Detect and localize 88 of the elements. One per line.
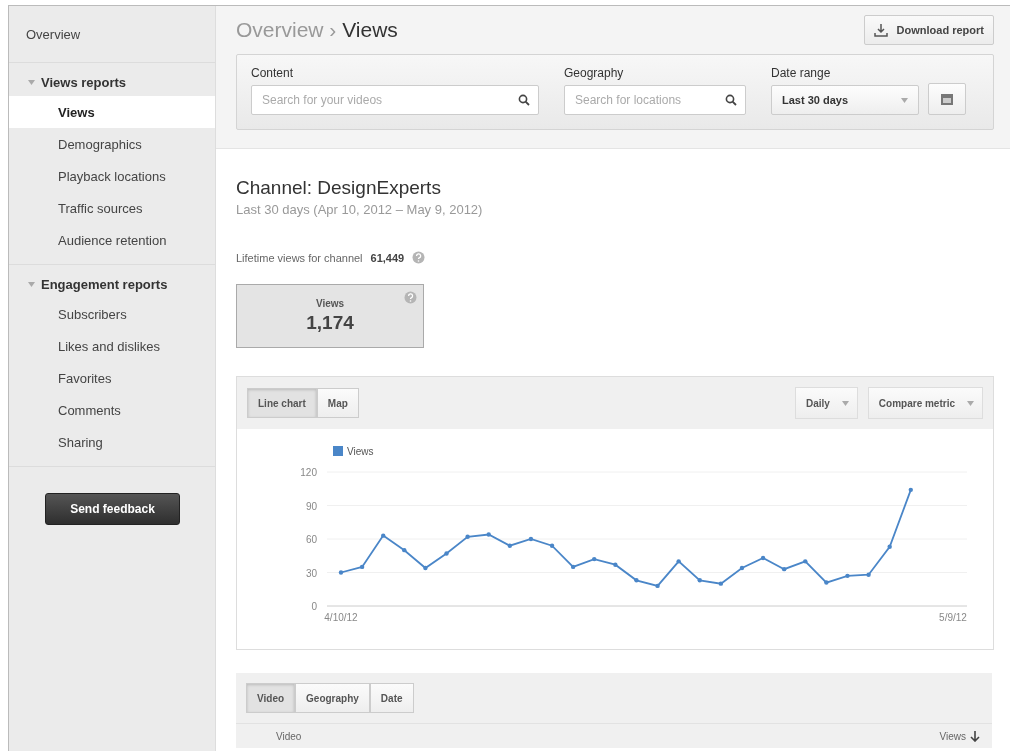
filter-label: Geography — [564, 66, 625, 80]
column-header[interactable]: Views — [939, 730, 966, 742]
sidebar-item[interactable]: Subscribers — [9, 298, 215, 330]
dropdown[interactable]: Compare metric — [867, 387, 983, 419]
content-search-field[interactable]: Search for your videos — [251, 85, 539, 115]
sidebar-item[interactable]: Traffic sources — [9, 192, 215, 224]
data-point — [655, 583, 660, 589]
sidebar-item[interactable]: Audience retention — [9, 224, 215, 256]
date-range-dropdown[interactable]: Last 30 days — [771, 85, 919, 115]
legend-label: Views — [347, 446, 374, 457]
data-point — [423, 565, 428, 571]
data-point — [402, 547, 407, 553]
data-point — [592, 556, 597, 562]
data-point — [359, 564, 365, 570]
data-point — [549, 543, 555, 548]
data-point — [381, 533, 386, 538]
metric-value: 1,174 — [306, 312, 354, 334]
column-header[interactable]: Video — [276, 730, 302, 742]
axis-tick-label: 120 — [300, 467, 317, 478]
view-tab[interactable]: Map — [316, 388, 359, 418]
data-point — [528, 536, 534, 542]
filter-label: Content — [251, 66, 295, 80]
caret-icon[interactable] — [841, 400, 849, 406]
axis-tick-label: 60 — [305, 534, 317, 545]
sidebar-group[interactable]: Engagement reports — [9, 265, 215, 298]
location-search-field[interactable]: Search for locations — [564, 85, 746, 115]
data-point — [824, 580, 829, 585]
axis-tick-label: 90 — [305, 500, 317, 512]
lifetime-label: Lifetime views for channel — [236, 251, 363, 264]
data-point — [613, 562, 618, 567]
dropdown[interactable]: Daily — [794, 387, 858, 419]
sidebar-group[interactable]: Views reports — [9, 63, 215, 96]
data-point — [866, 572, 871, 577]
data-point — [507, 543, 513, 548]
lifetime-value: 61,449 — [370, 251, 405, 264]
sidebar-item[interactable]: Likes and dislikes — [9, 330, 215, 362]
sidebar-item[interactable]: Favorites — [9, 362, 215, 394]
date-period: Last 30 days (Apr 10, 2012 – May 9, 2012) — [236, 202, 484, 217]
table-tab[interactable]: Video — [246, 683, 296, 713]
help-icon[interactable] — [412, 251, 426, 264]
feedback-button[interactable]: Send feedback — [45, 493, 180, 525]
data-point — [465, 534, 470, 539]
data-point — [697, 578, 702, 583]
sort-arrow-icon[interactable] — [970, 730, 980, 742]
filter-label: Date range — [771, 66, 832, 80]
sidebar-item[interactable]: Comments — [9, 394, 215, 426]
axis-tick-label: 5/9/12 — [939, 612, 967, 623]
breadcrumb-separator: › — [328, 18, 338, 41]
data-point — [781, 566, 787, 572]
search-icon[interactable] — [518, 94, 530, 106]
download-icon — [873, 23, 888, 37]
metric-card[interactable]: Views 1,174 — [236, 284, 424, 348]
page-title: Views — [342, 18, 398, 41]
data-point — [887, 544, 892, 549]
sidebar-item[interactable]: Views — [9, 96, 215, 128]
data-point — [845, 573, 850, 579]
axis-tick-label: 4/10/12 — [324, 612, 358, 623]
axis-tick-label: 0 — [311, 601, 317, 612]
calendar-icon — [940, 92, 954, 106]
data-point — [634, 578, 639, 583]
table-tab[interactable]: Date — [369, 683, 414, 713]
help-icon[interactable] — [404, 291, 417, 304]
sidebar-item[interactable]: Sharing — [9, 426, 215, 458]
data-point — [444, 551, 449, 556]
data-point — [718, 581, 724, 586]
download-button[interactable]: Download report — [863, 15, 994, 45]
data-point — [338, 570, 344, 575]
view-tab[interactable]: Line chart — [247, 388, 317, 418]
search-icon[interactable] — [725, 94, 737, 106]
metric-label: Views — [315, 298, 345, 309]
data-point — [570, 564, 576, 570]
caret-icon[interactable] — [28, 282, 35, 287]
data-point — [908, 487, 913, 493]
caret-icon[interactable] — [967, 400, 974, 406]
data-point — [803, 559, 808, 564]
caret-icon[interactable] — [901, 97, 908, 103]
sidebar-item[interactable]: Playback locations — [9, 160, 215, 192]
axis-tick-label: 30 — [305, 567, 317, 579]
sidebar-item[interactable]: Demographics — [9, 128, 215, 160]
data-point — [739, 565, 745, 571]
data-point — [486, 532, 491, 537]
data-point — [760, 555, 766, 561]
sidebar-item[interactable]: Overview — [9, 6, 215, 63]
calendar-button[interactable] — [928, 83, 966, 115]
channel-title: Channel: DesignExperts — [236, 177, 442, 199]
data-point — [676, 559, 681, 564]
caret-icon[interactable] — [28, 80, 35, 85]
table-tab[interactable]: Geography — [295, 683, 370, 713]
